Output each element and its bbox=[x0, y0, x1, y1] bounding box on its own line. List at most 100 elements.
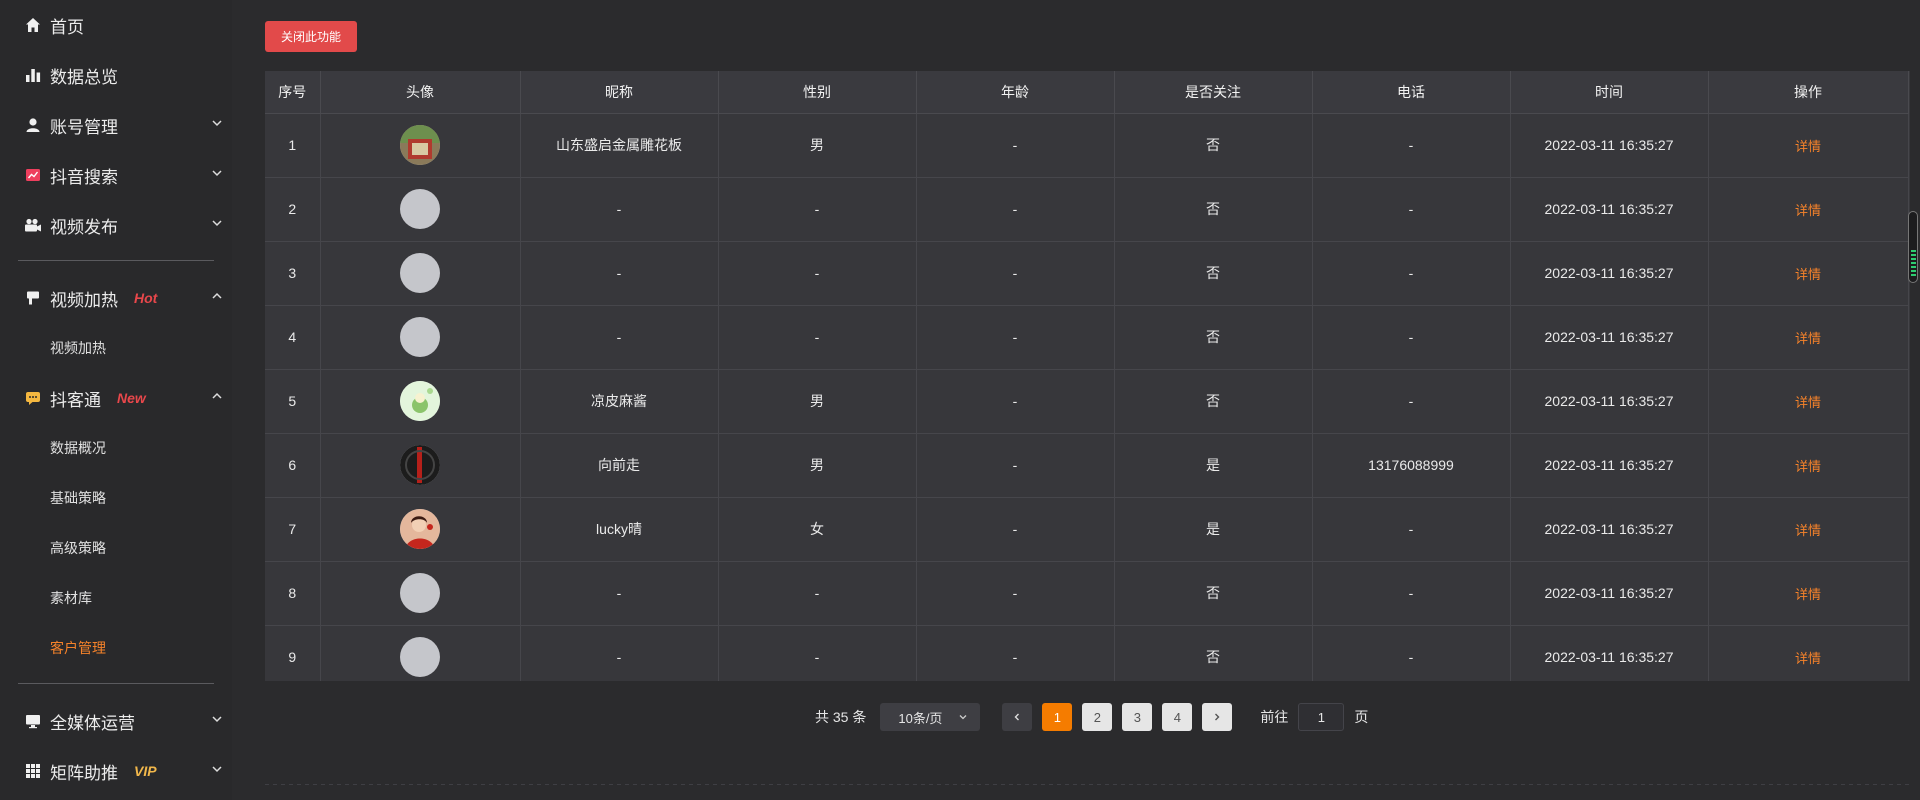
sidebar-item-douke[interactable]: 抖客通 New bbox=[0, 373, 232, 423]
column-header: 序号 bbox=[265, 71, 321, 114]
detail-link[interactable]: 详情 bbox=[1795, 587, 1821, 602]
avatar-cell bbox=[320, 433, 521, 498]
page-button-4[interactable]: 4 bbox=[1162, 703, 1193, 731]
table-row: 5 凉皮麻酱男 - 否 -2022-03-11 16:35:27 详情 bbox=[265, 369, 1909, 434]
sidebar-subitem-data-summary[interactable]: 数据概况 bbox=[0, 423, 232, 473]
detail-link[interactable]: 详情 bbox=[1795, 139, 1821, 154]
gender-cell: 男 bbox=[718, 433, 917, 498]
goto-page-input[interactable] bbox=[1298, 703, 1345, 731]
sidebar-subitem-advanced-strategy[interactable]: 高级策略 bbox=[0, 523, 232, 573]
sidebar-item-douyin-search[interactable]: 抖音搜索 bbox=[0, 150, 232, 200]
action-cell: 详情 bbox=[1708, 561, 1909, 626]
avatar bbox=[400, 381, 440, 421]
chevron-up-icon[interactable] bbox=[210, 389, 224, 403]
chevron-down-icon[interactable] bbox=[210, 216, 224, 230]
footer-divider bbox=[265, 784, 1910, 785]
page-button-1[interactable]: 1 bbox=[1042, 703, 1073, 731]
user-icon bbox=[24, 116, 42, 134]
sidebar-item-video-publish[interactable]: 视频发布 bbox=[0, 200, 232, 250]
sidebar-item-label: 抖音搜索 bbox=[50, 167, 118, 187]
table-row: 9- - - 否 -2022-03-11 16:35:27 详情 bbox=[265, 625, 1909, 681]
close-feature-button[interactable]: 关闭此功能 bbox=[265, 21, 357, 52]
time-cell: 2022-03-11 16:35:27 bbox=[1510, 305, 1709, 370]
sidebar-item-label: 首页 bbox=[50, 17, 84, 37]
prev-page-button[interactable] bbox=[1002, 703, 1033, 731]
detail-link[interactable]: 详情 bbox=[1795, 395, 1821, 410]
sidebar-item-home[interactable]: 首页 bbox=[0, 0, 232, 50]
sidebar-item-label: 账号管理 bbox=[50, 117, 118, 137]
avatar bbox=[400, 637, 440, 677]
page-button-2[interactable]: 2 bbox=[1082, 703, 1113, 731]
avatar-cell bbox=[320, 369, 521, 434]
row-number: 7 bbox=[265, 497, 321, 562]
nickname-cell: lucky晴 bbox=[520, 497, 719, 562]
action-cell: 详情 bbox=[1708, 241, 1909, 306]
nickname-cell: - bbox=[520, 177, 719, 242]
sidebar-item-account[interactable]: 账号管理 bbox=[0, 100, 232, 150]
chevron-down-icon[interactable] bbox=[210, 712, 224, 726]
column-header: 性别 bbox=[718, 71, 917, 114]
sidebar-item-matrix-boost[interactable]: 矩阵助推 VIP bbox=[0, 746, 232, 796]
row-number: 5 bbox=[265, 369, 321, 434]
action-cell: 详情 bbox=[1708, 113, 1909, 178]
detail-link[interactable]: 详情 bbox=[1795, 203, 1821, 218]
detail-link[interactable]: 详情 bbox=[1795, 523, 1821, 538]
total-count: 共 35 条 bbox=[815, 709, 867, 725]
sidebar-subitem-customer-management[interactable]: 客户管理 bbox=[0, 623, 232, 673]
avatar bbox=[400, 573, 440, 613]
follow-status-cell: 否 bbox=[1114, 625, 1313, 681]
table-scrollbar[interactable] bbox=[1906, 71, 1920, 681]
follow-status-cell: 否 bbox=[1114, 561, 1313, 626]
gender-cell: - bbox=[718, 241, 917, 306]
sidebar-subitem-video-heat[interactable]: 视频加热 bbox=[0, 323, 232, 373]
detail-link[interactable]: 详情 bbox=[1795, 331, 1821, 346]
chevron-down-icon[interactable] bbox=[210, 762, 224, 776]
sidebar-item-video-heat[interactable]: 视频加热 Hot bbox=[0, 273, 232, 323]
avatar-cell bbox=[320, 561, 521, 626]
phone-cell: 13176088999 bbox=[1312, 433, 1511, 498]
detail-link[interactable]: 详情 bbox=[1795, 267, 1821, 282]
sidebar-item-data-overview[interactable]: 数据总览 bbox=[0, 50, 232, 100]
nickname-cell: - bbox=[520, 241, 719, 306]
detail-link[interactable]: 详情 bbox=[1795, 651, 1821, 666]
time-cell: 2022-03-11 16:35:27 bbox=[1510, 241, 1709, 306]
age-cell: - bbox=[916, 433, 1115, 498]
nickname-cell: - bbox=[520, 625, 719, 681]
follow-status-cell: 否 bbox=[1114, 369, 1313, 434]
sidebar-divider bbox=[18, 260, 214, 261]
nickname-cell: 凉皮麻酱 bbox=[520, 369, 719, 434]
customer-table: 序号 头像 昵称 性别 年龄 是否关注 电话 时间 操作 1 山东盛启金属雕花板男… bbox=[265, 71, 1910, 681]
time-cell: 2022-03-11 16:35:27 bbox=[1510, 369, 1709, 434]
detail-link[interactable]: 详情 bbox=[1795, 459, 1821, 474]
page-size-select[interactable]: 10条/页 bbox=[880, 703, 981, 731]
sidebar-divider bbox=[18, 683, 214, 684]
goto-label: 前往 bbox=[1260, 709, 1289, 725]
avatar-cell bbox=[320, 305, 521, 370]
scrollbar-thumb[interactable] bbox=[1908, 211, 1918, 283]
chevron-down-icon[interactable] bbox=[210, 116, 224, 130]
sidebar-item-all-media[interactable]: 全媒体运营 bbox=[0, 696, 232, 746]
age-cell: - bbox=[916, 497, 1115, 562]
sidebar-subitem-material-library[interactable]: 素材库 bbox=[0, 573, 232, 623]
sidebar-item-label: 抖客通 bbox=[50, 390, 101, 410]
next-page-button[interactable] bbox=[1202, 703, 1233, 731]
chevron-down-icon[interactable] bbox=[210, 166, 224, 180]
page-button-3[interactable]: 3 bbox=[1122, 703, 1153, 731]
chevron-up-icon[interactable] bbox=[210, 289, 224, 303]
time-cell: 2022-03-11 16:35:27 bbox=[1510, 113, 1709, 178]
follow-status-cell: 是 bbox=[1114, 433, 1313, 498]
avatar bbox=[400, 445, 440, 485]
bar-chart-icon bbox=[24, 66, 42, 84]
time-cell: 2022-03-11 16:35:27 bbox=[1510, 177, 1709, 242]
phone-cell: - bbox=[1312, 625, 1511, 681]
column-header: 昵称 bbox=[520, 71, 719, 114]
age-cell: - bbox=[916, 113, 1115, 178]
goto-page: 前往 页 bbox=[1260, 703, 1368, 731]
table-row: 3- - - 否 -2022-03-11 16:35:27 详情 bbox=[265, 241, 1909, 306]
sidebar-subitem-basic-strategy[interactable]: 基础策略 bbox=[0, 473, 232, 523]
follow-status-cell: 是 bbox=[1114, 497, 1313, 562]
main-content: 关闭此功能 序号 头像 昵称 性别 年龄 是否关注 电话 时间 操作 1 山东盛… bbox=[265, 0, 1920, 800]
age-cell: - bbox=[916, 369, 1115, 434]
avatar bbox=[400, 317, 440, 357]
action-cell: 详情 bbox=[1708, 497, 1909, 562]
